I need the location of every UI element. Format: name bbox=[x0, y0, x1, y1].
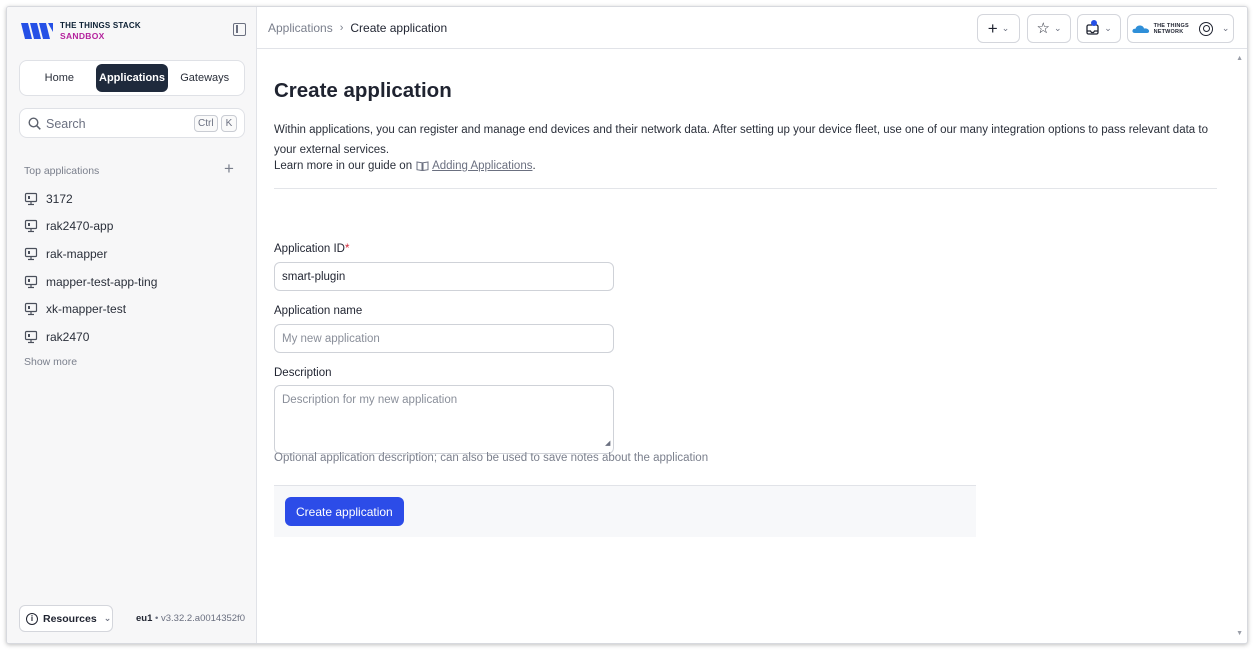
resources-button[interactable]: i Resources ⌄ bbox=[19, 605, 113, 632]
ttn-logo-top: THE THINGS bbox=[1153, 22, 1189, 29]
ttn-cloud-icon bbox=[1131, 24, 1149, 33]
top-header: Applications › Create application + ⌄ ☆ … bbox=[257, 7, 1247, 49]
adding-applications-link[interactable]: Adding Applications bbox=[432, 160, 532, 172]
sidebar-nav-tabs: Home Applications Gateways bbox=[19, 60, 245, 96]
ttn-logo-bottom: NETWORK bbox=[1153, 28, 1184, 35]
plus-icon: + bbox=[987, 19, 998, 38]
breadcrumb-separator: › bbox=[339, 22, 344, 34]
application-id-label-text: Application ID bbox=[274, 243, 345, 255]
top-applications-heading: Top applications bbox=[24, 165, 100, 177]
sidebar-item-label: rak2470 bbox=[46, 329, 90, 344]
add-application-plus-icon[interactable]: + bbox=[224, 160, 234, 177]
sidebar-item-label: xk-mapper-test bbox=[46, 302, 127, 317]
sidebar-item-rak2470-app[interactable]: rak2470-app bbox=[24, 213, 157, 241]
sidebar-search[interactable]: Search Ctrl K bbox=[19, 108, 245, 138]
version-separator: • bbox=[152, 613, 161, 624]
guide-line: Learn more in our guide on Adding Applic… bbox=[274, 160, 536, 172]
application-id-input[interactable] bbox=[274, 262, 614, 291]
show-more-link[interactable]: Show more bbox=[24, 356, 77, 368]
page-title: Create application bbox=[274, 79, 452, 102]
application-name-input[interactable] bbox=[274, 324, 614, 353]
application-name-label: Application name bbox=[274, 305, 363, 317]
cluster-name: eu1 bbox=[136, 613, 153, 624]
the-things-stack-logo bbox=[21, 23, 53, 39]
application-icon bbox=[24, 275, 38, 288]
chevron-down-icon: ⌄ bbox=[1001, 23, 1010, 33]
sidebar-item-mapper-test-app-ting[interactable]: mapper-test-app-ting bbox=[24, 268, 157, 296]
application-icon bbox=[24, 247, 38, 261]
chevron-down-icon: ⌄ bbox=[1104, 23, 1112, 33]
form-submit-bar: Create application bbox=[274, 485, 976, 537]
version-number: v3.32.2.a0014352f0 bbox=[160, 613, 245, 624]
brand-title: THE THINGS STACK bbox=[60, 21, 141, 30]
info-icon: i bbox=[26, 612, 38, 625]
description-hint: Optional application description; can al… bbox=[274, 452, 709, 464]
resize-handle-icon[interactable]: ◢ bbox=[605, 439, 610, 447]
shortcut-ctrl-key: Ctrl bbox=[194, 115, 218, 132]
sidebar-item-3172[interactable]: 3172 bbox=[24, 185, 157, 213]
application-id-label: Application ID* bbox=[274, 243, 349, 255]
version-info: eu1 • v3.32.2.a0014352f0 bbox=[136, 613, 245, 624]
application-icon bbox=[24, 330, 38, 343]
collapse-sidebar-icon[interactable] bbox=[233, 23, 246, 36]
account-menu-button[interactable]: THE THINGS NETWORK ⌄ bbox=[1127, 14, 1234, 43]
breadcrumb-current: Create application bbox=[350, 21, 448, 35]
ttn-logo-text: THE THINGS NETWORK bbox=[1154, 23, 1189, 35]
tab-applications[interactable]: Applications bbox=[95, 64, 169, 92]
guide-prefix: Learn more in our guide on bbox=[274, 160, 413, 172]
intro-text: Within applications, you can register an… bbox=[274, 124, 1208, 156]
main-content: Create application Within applications, … bbox=[257, 49, 1247, 643]
create-application-button[interactable]: Create application bbox=[285, 497, 404, 526]
application-icon bbox=[24, 220, 38, 233]
sidebar-item-rak-mapper[interactable]: rak-mapper bbox=[24, 240, 157, 268]
sidebar-item-label: mapper-test-app-ting bbox=[46, 274, 158, 289]
chevron-down-icon: ⌄ bbox=[103, 613, 112, 623]
required-marker: * bbox=[344, 243, 350, 255]
brand[interactable]: THE THINGS STACK SANDBOX bbox=[19, 20, 141, 42]
sidebar: THE THINGS STACK SANDBOX Home Applicatio… bbox=[7, 7, 257, 643]
sidebar-item-rak2470[interactable]: rak2470 bbox=[24, 323, 157, 351]
breadcrumb: Applications › Create application bbox=[268, 21, 447, 35]
notification-dot bbox=[1091, 20, 1097, 26]
notifications-button[interactable]: ⌄ bbox=[1077, 14, 1121, 43]
chevron-down-icon: ⌄ bbox=[1221, 23, 1230, 33]
add-menu-button[interactable]: + ⌄ bbox=[977, 14, 1020, 43]
shortcut-k-key: K bbox=[221, 115, 237, 132]
book-icon bbox=[416, 161, 429, 171]
guide-suffix: . bbox=[532, 160, 536, 172]
search-placeholder: Search bbox=[46, 117, 86, 131]
description-label: Description bbox=[274, 367, 332, 379]
section-divider bbox=[274, 188, 1217, 189]
resources-label: Resources bbox=[43, 612, 97, 625]
breadcrumb-applications[interactable]: Applications bbox=[268, 21, 333, 35]
bookmarks-button[interactable]: ☆ ⌄ bbox=[1027, 14, 1071, 43]
top-applications-list: 3172 rak2470-app rak-mapper mapper-test-… bbox=[24, 185, 157, 351]
star-icon: ☆ bbox=[1036, 20, 1050, 37]
app-window: THE THINGS STACK SANDBOX Home Applicatio… bbox=[6, 6, 1248, 644]
tab-gateways[interactable]: Gateways bbox=[168, 64, 241, 92]
application-icon bbox=[24, 192, 38, 205]
sidebar-item-label: 3172 bbox=[46, 191, 73, 206]
brand-subtitle: SANDBOX bbox=[60, 31, 105, 41]
application-icon bbox=[24, 303, 38, 316]
description-textarea[interactable] bbox=[274, 385, 614, 454]
sidebar-item-label: rak2470-app bbox=[46, 219, 114, 234]
chevron-down-icon: ⌄ bbox=[1053, 23, 1062, 33]
tab-home[interactable]: Home bbox=[23, 64, 96, 92]
user-icon bbox=[1198, 21, 1213, 36]
search-icon bbox=[28, 117, 41, 130]
sidebar-item-xk-mapper-test[interactable]: xk-mapper-test bbox=[24, 295, 157, 323]
sidebar-item-label: rak-mapper bbox=[46, 246, 108, 261]
